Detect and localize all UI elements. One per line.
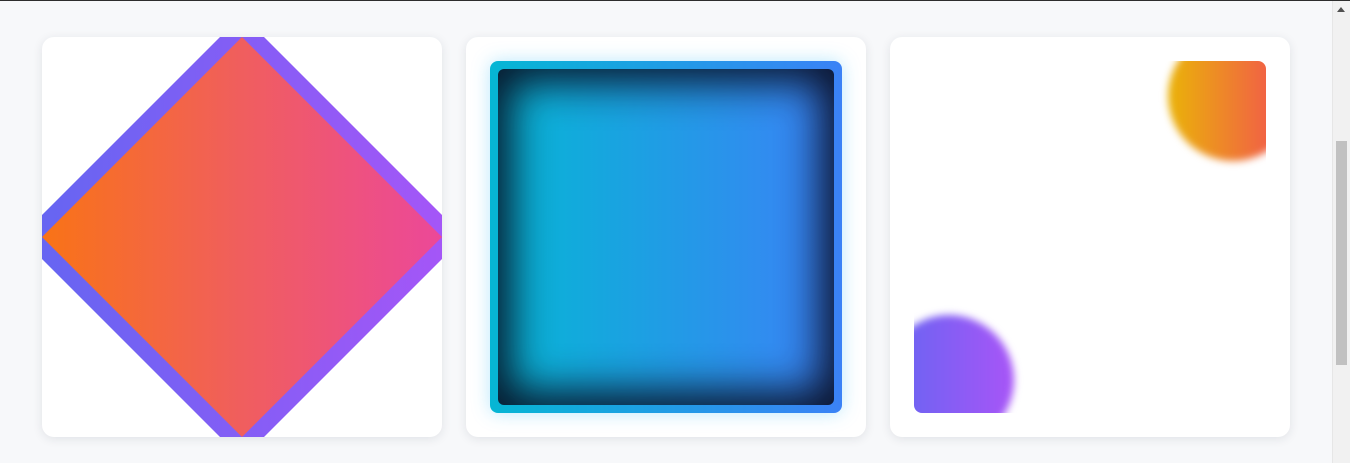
blob-area — [914, 61, 1266, 413]
card-inset-square — [466, 37, 866, 437]
top-right-blurred-circle — [1168, 61, 1266, 161]
page-viewport — [0, 1, 1332, 463]
square-frame — [490, 61, 842, 413]
scroll-thumb[interactable] — [1336, 141, 1347, 365]
diamond-shape — [42, 37, 442, 437]
scroll-up-arrow-icon[interactable] — [1337, 7, 1345, 12]
vertical-scrollbar[interactable] — [1332, 1, 1350, 463]
square-inset-panel — [498, 69, 834, 405]
card-diamond — [42, 37, 442, 437]
diamond-clip — [42, 37, 442, 437]
bottom-left-blurred-circle — [914, 315, 1014, 413]
card-blurred-circles — [890, 37, 1290, 437]
